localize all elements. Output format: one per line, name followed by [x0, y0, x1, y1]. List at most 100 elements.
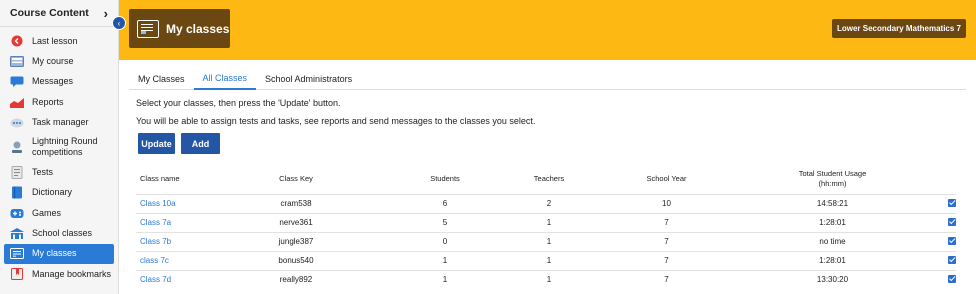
class-link[interactable]: Class 10a	[140, 199, 176, 208]
teachers-count: 1	[484, 231, 614, 251]
total-usage: 13:30:20	[719, 269, 946, 289]
add-button[interactable]: Add	[181, 133, 220, 154]
usage-header-unit: (hh:mm)	[818, 178, 847, 188]
sidebar-menu: Last lesson My course Messages Reports T…	[0, 27, 118, 284]
messages-icon	[10, 76, 24, 88]
class-link[interactable]: class 7c	[140, 256, 169, 265]
class-link[interactable]: Class 7d	[140, 275, 171, 284]
sidebar-item-label: Task manager	[32, 116, 89, 127]
sidebar-item-dictionary[interactable]: Dictionary	[0, 183, 118, 203]
column-header-class-key: Class Key	[279, 173, 313, 183]
main-content: My Classes All Classes School Administra…	[119, 60, 976, 294]
class-key: jungle387	[246, 231, 406, 251]
school-year: 7	[614, 269, 719, 289]
table-header-row: Class name Class Key Students Teachers S…	[136, 164, 956, 194]
last-lesson-icon	[10, 35, 24, 47]
sidebar-item-label: Tests	[32, 167, 54, 178]
sidebar-item-my-course[interactable]: My course	[0, 51, 118, 71]
instruction-text: Select your classes, then press the 'Upd…	[136, 98, 341, 108]
chevron-right-icon[interactable]: ›	[104, 6, 108, 21]
column-header-school-year: School Year	[646, 173, 687, 183]
sidebar-item-reports[interactable]: Reports	[0, 92, 118, 112]
sidebar-item-label: School classes	[32, 228, 93, 239]
tab-bar: My Classes All Classes School Administra…	[129, 68, 966, 90]
course-icon	[10, 55, 24, 67]
tab-my-classes[interactable]: My Classes	[129, 68, 194, 90]
select-checkbox[interactable]	[948, 274, 956, 283]
lightning-round-icon	[10, 141, 24, 153]
school-year: 7	[614, 212, 719, 232]
chevron-left-icon: ‹	[117, 18, 121, 28]
sidebar-title: Course Content	[10, 7, 89, 19]
students-count: 1	[406, 269, 484, 289]
students-count: 6	[406, 193, 484, 213]
sidebar-item-my-classes[interactable]: My classes	[4, 243, 114, 264]
school-year: 7	[614, 250, 719, 270]
classes-table: Class name Class Key Students Teachers S…	[136, 164, 956, 289]
sidebar-item-label: Lightning Round competitions	[32, 136, 98, 158]
usage-header-label: Total Student Usage	[798, 168, 867, 178]
instruction-detail-text: You will be able to assign tests and tas…	[136, 116, 536, 126]
teachers-count: 1	[484, 269, 614, 289]
games-icon	[10, 207, 24, 219]
sidebar: Course Content › Last lesson My course M…	[0, 0, 119, 294]
sidebar-item-manage-bookmarks[interactable]: Manage bookmarks	[0, 264, 118, 284]
total-usage: no time	[719, 231, 946, 251]
class-key: nerve361	[246, 212, 406, 232]
class-link[interactable]: Class 7a	[140, 218, 171, 227]
sidebar-item-task-manager[interactable]: Task manager	[0, 112, 118, 132]
collapse-sidebar-button[interactable]: ‹	[112, 16, 126, 30]
update-button[interactable]: Update	[138, 133, 175, 154]
class-key: cram538	[246, 193, 406, 213]
school-year: 10	[614, 193, 719, 213]
class-link[interactable]: Class 7b	[140, 237, 171, 246]
select-checkbox[interactable]	[948, 236, 956, 245]
reports-icon	[10, 96, 24, 108]
task-manager-icon	[10, 116, 24, 128]
column-header-select	[946, 164, 956, 194]
students-count: 5	[406, 212, 484, 232]
tab-school-administrators[interactable]: School Administrators	[256, 68, 361, 90]
teachers-count: 2	[484, 193, 614, 213]
class-key: bonus540	[246, 250, 406, 270]
bookmarks-icon	[10, 268, 24, 281]
students-count: 0	[406, 231, 484, 251]
sidebar-item-games[interactable]: Games	[0, 203, 118, 223]
sidebar-item-label: My classes	[32, 248, 77, 259]
sidebar-item-label: Dictionary	[32, 187, 73, 198]
column-header-class-name: Class name	[140, 173, 180, 183]
total-usage: 14:58:21	[719, 193, 946, 213]
table-row: Class 7b jungle387 0 1 7 no time	[136, 231, 956, 251]
tab-all-classes[interactable]: All Classes	[193, 68, 257, 90]
sidebar-item-tests[interactable]: Tests	[0, 162, 118, 182]
my-classes-icon	[137, 19, 159, 38]
my-classes-icon	[10, 248, 24, 260]
sidebar-header[interactable]: Course Content ›	[0, 0, 118, 27]
sidebar-item-school-classes[interactable]: School classes	[0, 223, 118, 243]
sidebar-item-label: Manage bookmarks	[32, 268, 112, 279]
sidebar-item-label: Reports	[32, 96, 64, 107]
page-header: My classes Lower Secondary Mathematics 7	[119, 0, 976, 60]
column-header-students: Students	[430, 173, 460, 183]
column-header-total-usage: Total Student Usage (hh:mm)	[719, 164, 946, 194]
sidebar-item-messages[interactable]: Messages	[0, 72, 118, 92]
table-row: Class 10a cram538 6 2 10 14:58:21	[136, 193, 956, 213]
select-checkbox[interactable]	[948, 255, 956, 264]
total-usage: 1:28:01	[719, 250, 946, 270]
total-usage: 1:28:01	[719, 212, 946, 232]
sidebar-item-last-lesson[interactable]: Last lesson	[0, 31, 118, 51]
sidebar-item-lightning-round[interactable]: Lightning Round competitions	[0, 132, 118, 162]
teachers-count: 1	[484, 212, 614, 232]
sidebar-item-label: Messages	[32, 76, 74, 87]
select-checkbox[interactable]	[948, 198, 956, 207]
column-header-teachers: Teachers	[533, 173, 565, 183]
page-title: My classes	[166, 21, 230, 36]
dictionary-icon	[10, 186, 24, 199]
page-title-box: My classes	[129, 9, 230, 48]
sidebar-item-label: Games	[32, 207, 62, 218]
tests-icon	[10, 166, 24, 180]
table-row: Class 7d really892 1 1 7 13:30:20	[136, 269, 956, 289]
class-key: really892	[246, 269, 406, 289]
course-badge[interactable]: Lower Secondary Mathematics 7	[831, 19, 966, 38]
select-checkbox[interactable]	[948, 217, 956, 226]
